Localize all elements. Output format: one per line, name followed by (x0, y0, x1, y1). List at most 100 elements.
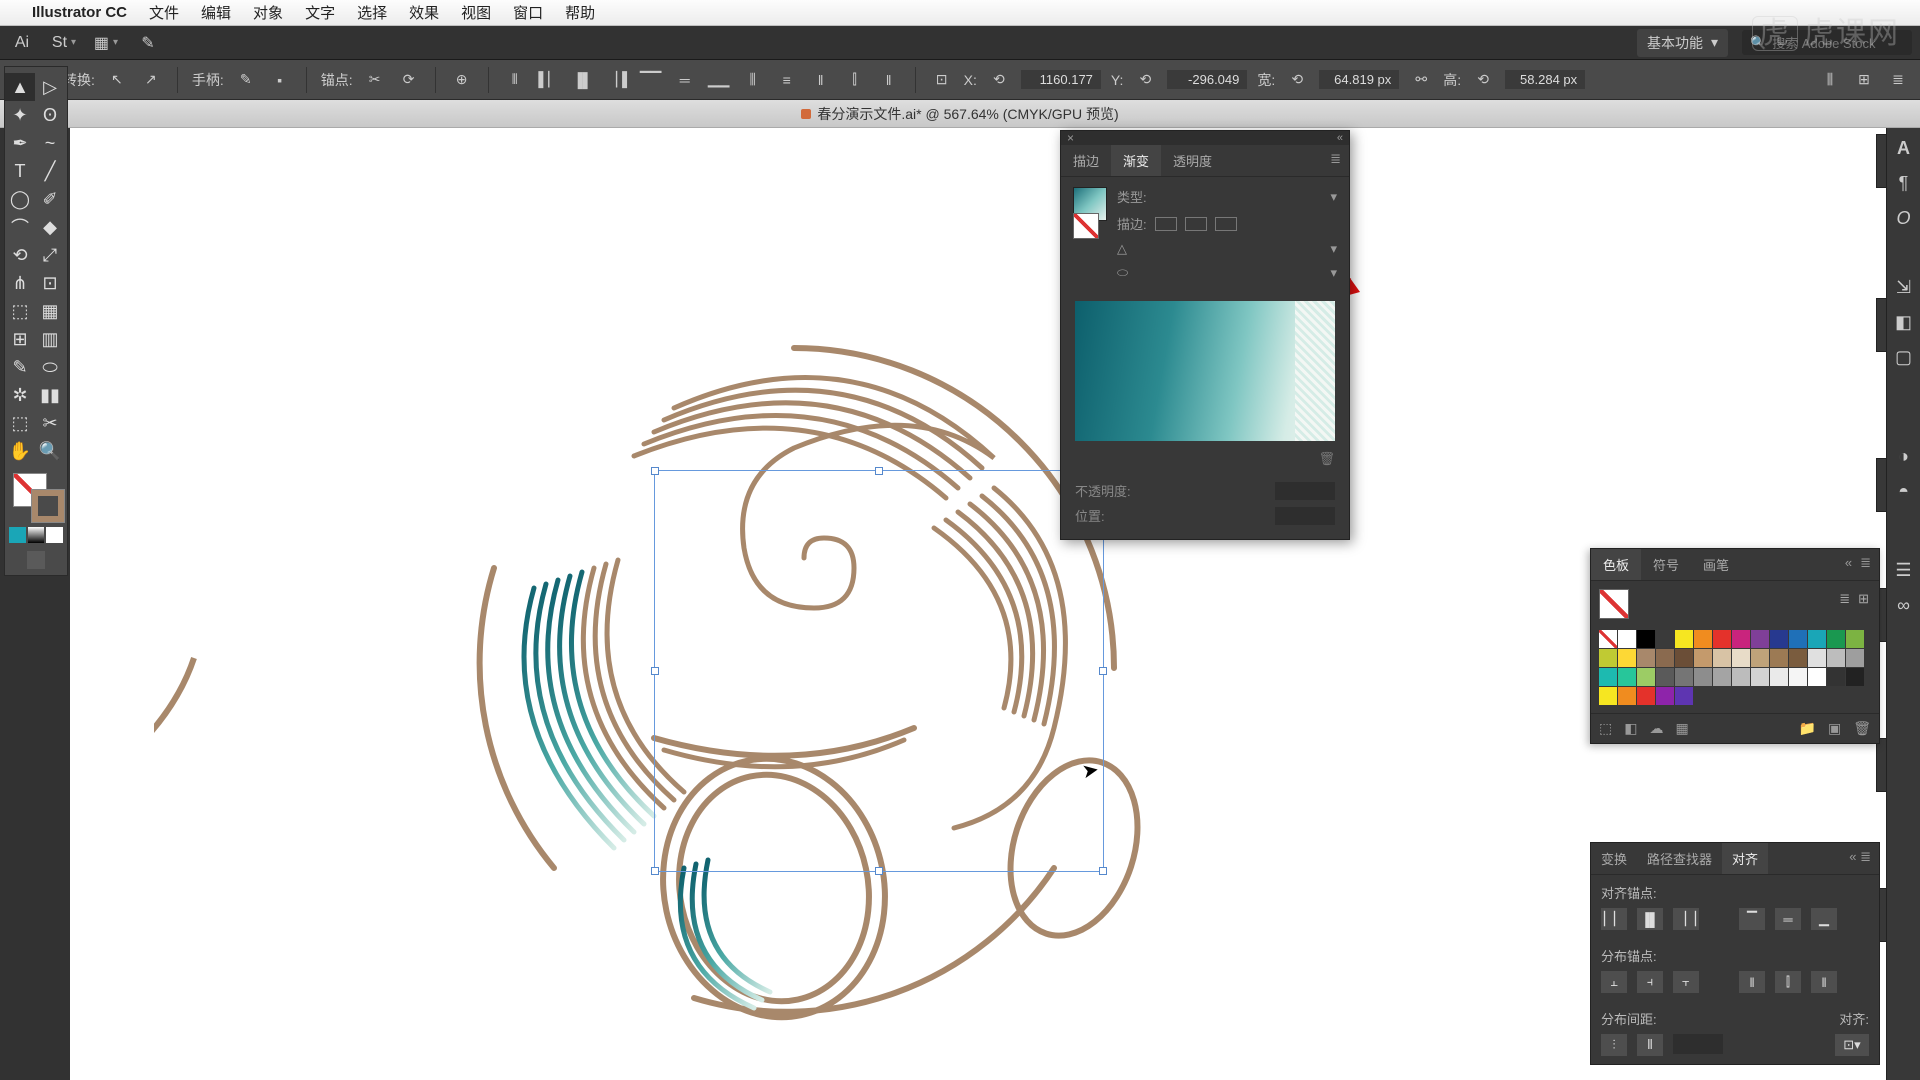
slice-tool[interactable]: ✂ (35, 409, 65, 437)
tab-gradient[interactable]: 渐变 (1111, 145, 1161, 176)
swatch-cell[interactable] (1789, 630, 1807, 648)
selection-tool[interactable]: ▲ (5, 73, 35, 101)
menu-select[interactable]: 选择 (357, 2, 387, 23)
color-mode-gradient[interactable] (28, 527, 45, 543)
swatch-cell[interactable] (1656, 668, 1674, 686)
dist-right-icon[interactable]: ‖ (877, 68, 901, 92)
align-hcenter-icon[interactable]: ▐▌ (571, 68, 595, 92)
swatch-cell[interactable] (1770, 630, 1788, 648)
menu-view[interactable]: 视图 (461, 2, 491, 23)
paintbrush-tool[interactable]: ✐ (35, 185, 65, 213)
type-dropdown[interactable]: ▾ (1330, 189, 1337, 205)
x-value[interactable]: 1160.177 (1021, 70, 1101, 89)
swatch-cell[interactable] (1656, 630, 1674, 648)
swatch-options-icon[interactable]: ☁ (1649, 720, 1663, 737)
dist-bottom-btn[interactable]: ⫟ (1673, 971, 1699, 993)
handle-w[interactable] (651, 667, 659, 675)
direct-selection-tool[interactable]: ▷ (35, 73, 65, 101)
artboard-tool[interactable]: ⬚ (5, 409, 35, 437)
convert-smooth-icon[interactable]: ↗ (139, 68, 163, 92)
align-left-icon[interactable]: ▌▏ (537, 68, 561, 92)
dist-h-icon[interactable]: ⫼ (741, 68, 765, 92)
rotate-tool[interactable]: ⟲ (5, 241, 35, 269)
document-tab[interactable]: 春分演示文件.ai* @ 567.64% (CMYK/GPU 预览) (817, 104, 1118, 124)
arrange-docs-icon[interactable]: ▦ (92, 30, 120, 56)
shaper-tool[interactable]: ⌒ (5, 213, 35, 241)
color-mode-color[interactable] (9, 527, 26, 543)
handle-s[interactable] (875, 867, 883, 875)
align-top-btn[interactable]: ▔ (1739, 908, 1765, 930)
isolate-icon[interactable]: ⊕ (450, 68, 474, 92)
asset-icon[interactable]: ◧ (1895, 312, 1912, 333)
h-value[interactable]: 58.284 px (1505, 70, 1585, 89)
workspace-switcher[interactable]: 基本功能▾ (1637, 29, 1728, 57)
swatch-cell[interactable] (1599, 687, 1617, 705)
dist-vcenter-btn[interactable]: ⫞ (1637, 971, 1663, 993)
swatch-cell[interactable] (1713, 668, 1731, 686)
swatch-cell[interactable] (1827, 630, 1845, 648)
stroke-along-icon[interactable] (1185, 217, 1207, 231)
fill-stroke-control[interactable] (5, 469, 67, 525)
tab-transform[interactable]: 变换 (1591, 843, 1637, 874)
stroke-swatch[interactable] (31, 489, 65, 523)
handle-show-icon[interactable]: ✎ (234, 68, 258, 92)
color-mode-none[interactable] (46, 527, 63, 543)
paragraph-icon[interactable]: ¶ (1899, 173, 1909, 194)
tab-brushes[interactable]: 画笔 (1691, 549, 1741, 580)
swatch-cell[interactable] (1694, 630, 1712, 648)
free-transform-tool[interactable]: ⊡ (35, 269, 65, 297)
gradient-tool[interactable]: ▥ (35, 325, 65, 353)
swatch-cell[interactable] (1637, 649, 1655, 667)
blend-tool[interactable]: ⬭ (35, 353, 65, 381)
swatch-cell[interactable] (1751, 668, 1769, 686)
gradient-stroke-swatch[interactable] (1073, 213, 1099, 239)
dist-space-h-btn[interactable]: ⫴ (1637, 1034, 1663, 1056)
swatch-cell[interactable] (1656, 687, 1674, 705)
menu-effect[interactable]: 效果 (409, 2, 439, 23)
swatch-cell[interactable] (1808, 649, 1826, 667)
swatch-cell[interactable] (1846, 668, 1864, 686)
handle-nw[interactable] (651, 467, 659, 475)
zoom-tool[interactable]: 🔍 (35, 437, 65, 465)
y-value[interactable]: -296.049 (1167, 70, 1247, 89)
panel-menu-icon[interactable]: ≣ (1860, 849, 1871, 864)
perspective-tool[interactable]: ▦ (35, 297, 65, 325)
home-icon[interactable]: Ai (8, 30, 36, 56)
swatch-lib-icon[interactable]: ⬚ (1599, 720, 1612, 737)
align-left-btn[interactable]: ▏▏ (1601, 908, 1627, 930)
pen-tool[interactable]: ✒ (5, 129, 35, 157)
align-menu-icon[interactable]: ⫴ (503, 68, 527, 92)
swatch-cell[interactable] (1713, 630, 1731, 648)
tab-align[interactable]: 对齐 (1722, 843, 1768, 874)
link-wh-icon[interactable]: ⟲ (1285, 68, 1309, 92)
dock-tab-1[interactable] (1876, 134, 1886, 188)
spacing-value[interactable] (1673, 1034, 1723, 1054)
swatch-cell[interactable] (1675, 649, 1693, 667)
delete-swatch-icon[interactable]: 🗑 (1853, 720, 1871, 737)
swatch-cell[interactable] (1846, 649, 1864, 667)
dock-tab-5[interactable] (1876, 738, 1886, 792)
swatch-cell[interactable] (1618, 668, 1636, 686)
app-name[interactable]: Illustrator CC (32, 4, 127, 21)
export-icon[interactable]: ⇲ (1896, 277, 1911, 298)
align-bottom-icon[interactable]: ▁▁ (707, 68, 731, 92)
swatch-kind-icon[interactable]: ◧ (1624, 720, 1637, 737)
dist-left-btn[interactable]: ‖ (1739, 971, 1765, 993)
panel-menu-icon[interactable]: ≣ (1886, 68, 1910, 92)
dist-v-icon[interactable]: ≡ (775, 68, 799, 92)
swatch-cell[interactable] (1694, 649, 1712, 667)
swatch-cell[interactable] (1846, 630, 1864, 648)
stroke-within-icon[interactable] (1155, 217, 1177, 231)
swatch-cell[interactable] (1751, 630, 1769, 648)
graphic-styles-icon[interactable]: ◓ (1898, 481, 1909, 502)
w-value[interactable]: 64.819 px (1319, 70, 1399, 89)
tab-pathfinder[interactable]: 路径查找器 (1637, 843, 1722, 874)
swatch-cell[interactable] (1808, 668, 1826, 686)
swatch-cell[interactable] (1599, 649, 1617, 667)
link-xy2-icon[interactable]: ⟲ (1133, 68, 1157, 92)
convert-corner-icon[interactable]: ↖ (105, 68, 129, 92)
gpu-icon[interactable]: ✎ (134, 30, 162, 56)
swatch-cell[interactable] (1713, 649, 1731, 667)
panel-opt2-icon[interactable]: ⊞ (1852, 68, 1876, 92)
swatch-cell[interactable] (1732, 649, 1750, 667)
